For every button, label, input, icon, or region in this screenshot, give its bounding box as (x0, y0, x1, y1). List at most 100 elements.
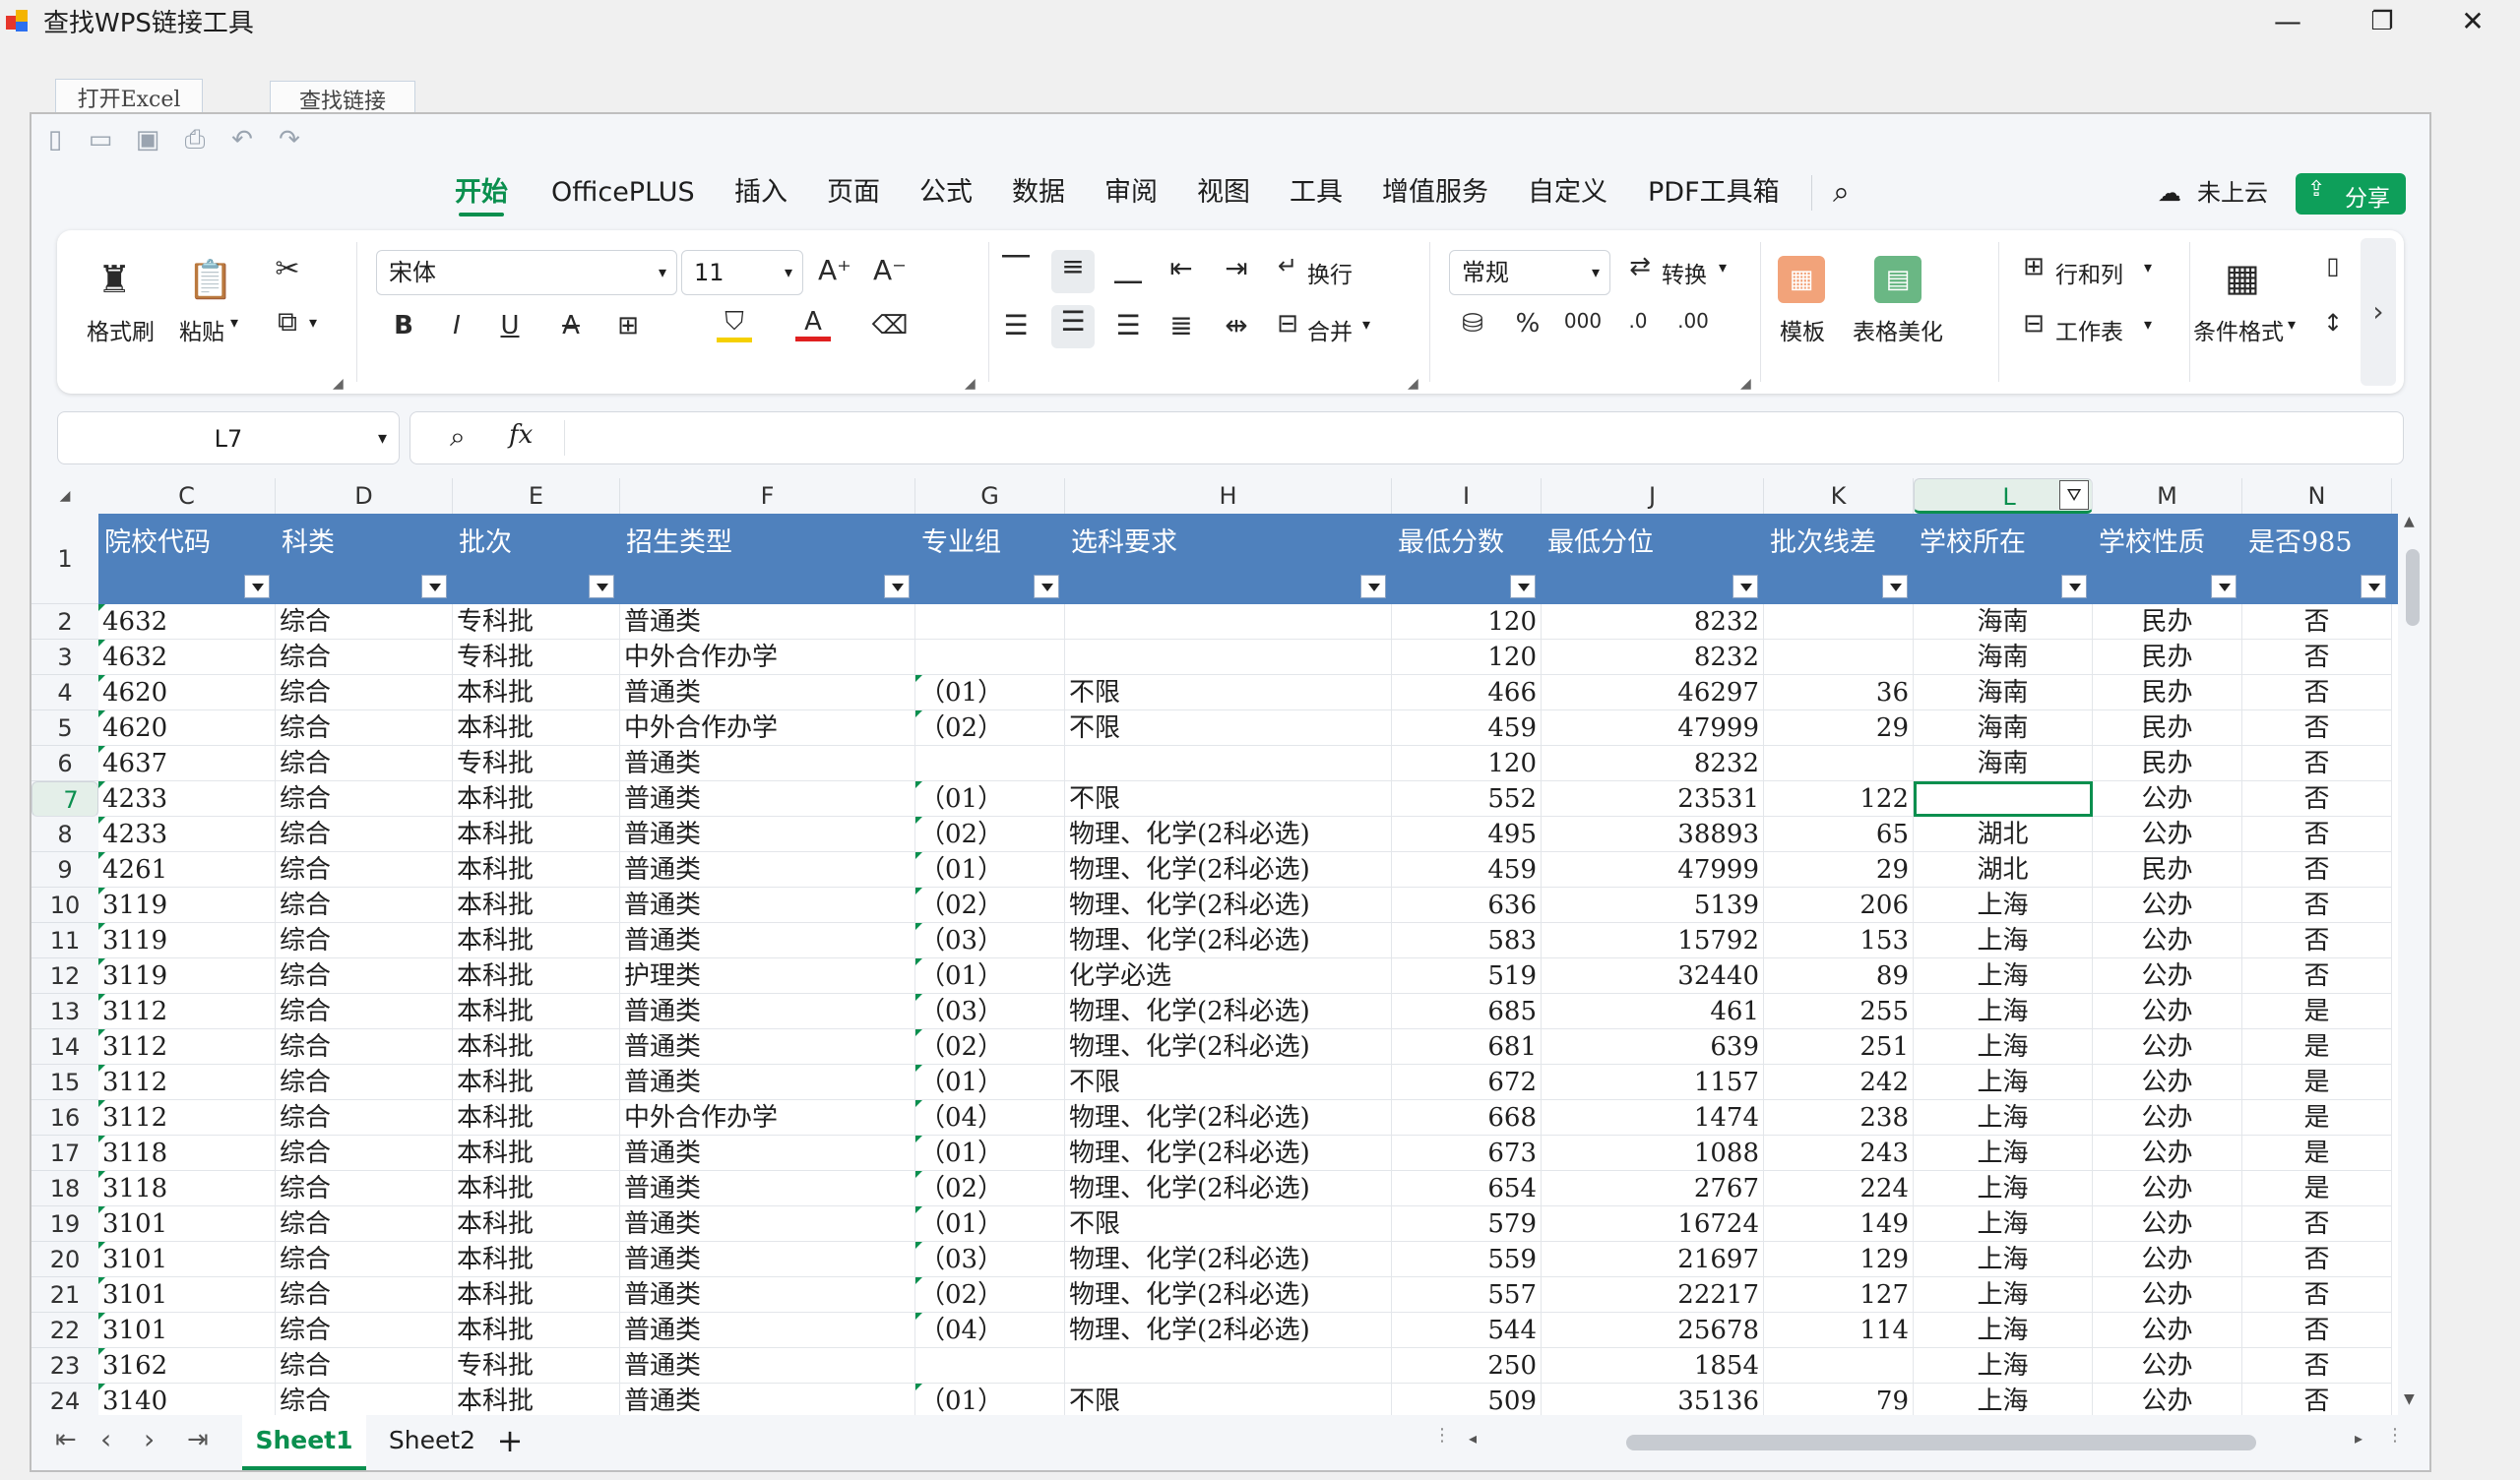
table-cell[interactable]: 湖北 (1914, 852, 2093, 888)
table-cell[interactable]: 4632 (98, 604, 276, 640)
table-cell[interactable]: 3162 (98, 1348, 276, 1384)
table-cell[interactable]: 公办 (2093, 817, 2242, 852)
name-box[interactable]: L7 ▾ (57, 411, 400, 464)
table-cell[interactable]: 公办 (2093, 1029, 2242, 1065)
table-cell[interactable]: 普通类 (620, 923, 915, 958)
column-header[interactable]: K (1764, 478, 1914, 514)
clipboard-dialog-launcher[interactable]: ◢ (333, 376, 344, 392)
table-cell[interactable]: 上海 (1914, 1136, 2093, 1171)
table-cell[interactable]: 是 (2242, 1029, 2392, 1065)
table-cell[interactable]: 不限 (1065, 781, 1392, 817)
table-cell[interactable]: 65 (1764, 817, 1914, 852)
table-cell[interactable]: 海南 (1914, 640, 2093, 675)
table-cell[interactable]: 普通类 (620, 1206, 915, 1242)
table-cell[interactable]: 668 (1392, 1100, 1542, 1136)
table-cell[interactable]: 公办 (2093, 923, 2242, 958)
table-cell[interactable]: 本科批 (453, 817, 620, 852)
paste-icon[interactable]: 📋 (187, 258, 233, 302)
increase-font-icon[interactable]: A⁺ (815, 254, 854, 286)
merge-icon[interactable]: ⊟ (1270, 309, 1305, 339)
table-cell[interactable]: 上海 (1914, 923, 2093, 958)
row-header[interactable]: 3 (32, 640, 98, 675)
print-preview-icon[interactable]: ⎙ (181, 126, 209, 154)
select-all-corner[interactable]: ◢ (32, 478, 98, 514)
underline-icon[interactable]: U (492, 311, 528, 340)
table-cell[interactable]: 综合 (276, 958, 453, 994)
table-cell[interactable]: 4632 (98, 640, 276, 675)
filter-dropdown-icon[interactable] (2211, 575, 2236, 598)
table-cell[interactable]: 综合 (276, 994, 453, 1029)
table-cell[interactable]: （01） (915, 1065, 1065, 1100)
cut-icon[interactable]: ✂ (268, 252, 307, 286)
table-cell[interactable]: （01） (915, 852, 1065, 888)
filter-dropdown-icon[interactable] (1882, 575, 1908, 598)
table-cell[interactable]: 552 (1392, 781, 1542, 817)
table-cell[interactable]: 公办 (2093, 888, 2242, 923)
table-cell[interactable]: 4637 (98, 746, 276, 781)
table-cell[interactable]: 综合 (276, 675, 453, 710)
table-cell[interactable]: 海南 (1914, 675, 2093, 710)
table-cell[interactable]: 3118 (98, 1171, 276, 1206)
table-cell[interactable]: （04） (915, 1100, 1065, 1136)
table-cell[interactable]: 湖北 (1914, 817, 2093, 852)
table-cell[interactable]: 本科批 (453, 852, 620, 888)
table-cell[interactable]: 普通类 (620, 1242, 915, 1277)
table-cell[interactable]: 否 (2242, 852, 2392, 888)
table-cell[interactable]: 否 (2242, 1348, 2392, 1384)
table-cell[interactable]: 22217 (1542, 1277, 1764, 1313)
table-cell[interactable]: 1088 (1542, 1136, 1764, 1171)
last-sheet-icon[interactable]: ⇥ (187, 1425, 209, 1454)
column-header[interactable]: M (2093, 478, 2242, 514)
table-cell[interactable]: 29 (1764, 710, 1914, 746)
table-cell[interactable]: 本科批 (453, 1100, 620, 1136)
align-top-icon[interactable]: ⎺ (996, 252, 1036, 285)
table-cell[interactable]: 不限 (1065, 1065, 1392, 1100)
table-cell[interactable]: 本科批 (453, 1313, 620, 1348)
table-cell[interactable]: 238 (1764, 1100, 1914, 1136)
table-cell[interactable]: 120 (1392, 604, 1542, 640)
table-cell[interactable]: 普通类 (620, 994, 915, 1029)
merge-dropdown-icon[interactable]: ▾ (1362, 315, 1370, 334)
conditional-format-dropdown-icon[interactable]: ▾ (2288, 315, 2296, 334)
table-cell[interactable]: 本科批 (453, 1277, 620, 1313)
table-cell[interactable] (915, 746, 1065, 781)
table-cell[interactable]: 本科批 (453, 958, 620, 994)
row-header[interactable]: 13 (32, 994, 98, 1029)
filter-dropdown-icon[interactable] (1732, 575, 1758, 598)
table-cell[interactable]: 1854 (1542, 1348, 1764, 1384)
table-cell[interactable]: 海南 (1914, 604, 2093, 640)
table-cell[interactable]: 3101 (98, 1242, 276, 1277)
table-cell[interactable]: 民办 (2093, 746, 2242, 781)
table-cell[interactable]: 本科批 (453, 1029, 620, 1065)
table-cell[interactable]: 120 (1392, 746, 1542, 781)
table-cell[interactable]: 23531 (1542, 781, 1764, 817)
table-cell[interactable]: 153 (1764, 923, 1914, 958)
table-cell[interactable]: 上海 (1914, 1313, 2093, 1348)
scroll-left-icon[interactable]: ◂ (1469, 1429, 1477, 1448)
table-cell[interactable]: 15792 (1542, 923, 1764, 958)
table-cell[interactable]: 25678 (1542, 1313, 1764, 1348)
table-cell[interactable]: 上海 (1914, 888, 2093, 923)
tab-home[interactable]: 开始 (455, 161, 508, 224)
increase-indent-icon[interactable]: ⇥ (1217, 252, 1256, 284)
table-cell[interactable]: 上海 (1914, 1206, 2093, 1242)
bold-icon[interactable]: B (386, 311, 421, 340)
active-cell[interactable] (1914, 781, 2093, 817)
search-icon[interactable]: ⌕ (1833, 161, 1850, 224)
table-cell[interactable]: 公办 (2093, 1171, 2242, 1206)
distributed-icon[interactable]: ⇹ (1217, 309, 1256, 341)
vertical-scroll-thumb[interactable] (2406, 549, 2420, 626)
table-cell[interactable]: 3101 (98, 1313, 276, 1348)
row-header[interactable]: 12 (32, 958, 98, 994)
table-cell[interactable]: 公办 (2093, 1277, 2242, 1313)
table-cell[interactable]: 普通类 (620, 888, 915, 923)
column-filter-icon[interactable]: ⛛ (2059, 480, 2089, 510)
table-cell[interactable]: 本科批 (453, 1065, 620, 1100)
table-cell[interactable]: 综合 (276, 888, 453, 923)
table-cell[interactable]: 民办 (2093, 710, 2242, 746)
table-cell[interactable]: 544 (1392, 1313, 1542, 1348)
table-cell[interactable]: 综合 (276, 1384, 453, 1415)
table-cell[interactable]: 民办 (2093, 852, 2242, 888)
row-header[interactable]: 14 (32, 1029, 98, 1065)
align-bottom-icon[interactable]: ⎽ (1108, 252, 1148, 285)
